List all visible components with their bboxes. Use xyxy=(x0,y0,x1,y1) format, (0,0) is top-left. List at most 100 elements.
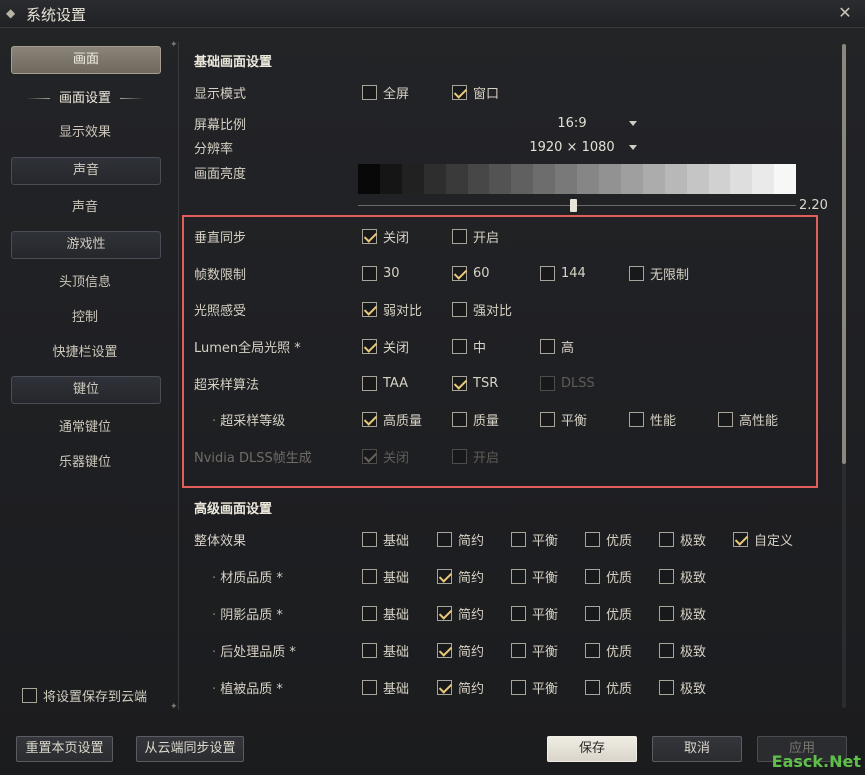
checkbox[interactable] xyxy=(511,605,526,621)
cancel-button[interactable]: 取消 xyxy=(652,736,742,762)
checkbox[interactable] xyxy=(362,265,377,281)
light-strong[interactable]: 强对比 xyxy=(452,301,512,319)
display-mode-window[interactable]: 窗口 xyxy=(452,84,499,102)
checkbox[interactable] xyxy=(629,411,644,427)
sidebar-item-display-effects[interactable]: 显示效果 xyxy=(0,122,170,144)
sidebar-item-overhead-info[interactable]: 头顶信息 xyxy=(0,272,170,294)
checkbox[interactable] xyxy=(511,531,526,547)
fps-30[interactable]: 30 xyxy=(362,265,400,281)
checkbox[interactable] xyxy=(362,642,377,658)
quality-row-2-basic[interactable]: 基础 xyxy=(362,642,409,660)
checkbox[interactable] xyxy=(437,679,452,695)
quality-row-0-balanced[interactable]: 平衡 xyxy=(511,568,558,586)
checkbox[interactable] xyxy=(362,338,377,354)
checkbox[interactable] xyxy=(362,605,377,621)
lumen-medium[interactable]: 中 xyxy=(452,338,486,356)
vsync-off[interactable]: 关闭 xyxy=(362,228,409,246)
fps-60[interactable]: 60 xyxy=(452,265,490,281)
quality-row-1-ultimate[interactable]: 极致 xyxy=(659,605,706,623)
overall-quality[interactable]: 优质 xyxy=(585,531,632,549)
sidebar-item-hotbar[interactable]: 快捷栏设置 xyxy=(0,342,170,364)
sidebar-item-sound[interactable]: 声音 xyxy=(0,197,170,219)
upscale-level-performance[interactable]: 性能 xyxy=(629,411,676,429)
resolution-dropdown[interactable]: 1920 × 1080 xyxy=(527,140,637,158)
quality-row-3-basic[interactable]: 基础 xyxy=(362,679,409,697)
upscale-level-quality[interactable]: 质量 xyxy=(452,411,499,429)
checkbox[interactable] xyxy=(452,84,467,100)
checkbox[interactable] xyxy=(629,265,644,281)
upscale-tsr[interactable]: TSR xyxy=(452,375,498,391)
upscale-level-balanced[interactable]: 平衡 xyxy=(540,411,587,429)
sidebar-item-graphics-settings[interactable]: 画面设置 xyxy=(0,88,170,110)
brightness-slider-thumb[interactable] xyxy=(569,199,577,212)
checkbox[interactable] xyxy=(362,568,377,584)
display-mode-fullscreen[interactable]: 全屏 xyxy=(362,84,409,102)
checkbox[interactable] xyxy=(540,265,555,281)
sidebar-item-control[interactable]: 控制 xyxy=(0,307,170,329)
cloud-save-checkbox[interactable] xyxy=(22,687,37,703)
upscale-level-ultra[interactable]: 高质量 xyxy=(362,411,422,429)
checkbox[interactable] xyxy=(659,531,674,547)
checkbox[interactable] xyxy=(437,568,452,584)
checkbox[interactable] xyxy=(585,642,600,658)
overall-custom[interactable]: 自定义 xyxy=(733,531,793,549)
fps-144[interactable]: 144 xyxy=(540,265,586,281)
upscale-taa[interactable]: TAA xyxy=(362,375,408,391)
cloud-save-toggle[interactable]: 将设置保存到云端 xyxy=(22,686,147,705)
checkbox[interactable] xyxy=(585,568,600,584)
checkbox[interactable] xyxy=(452,228,467,244)
overall-basic[interactable]: 基础 xyxy=(362,531,409,549)
quality-row-1-quality[interactable]: 优质 xyxy=(585,605,632,623)
checkbox[interactable] xyxy=(362,411,377,427)
checkbox[interactable] xyxy=(362,228,377,244)
checkbox[interactable] xyxy=(437,531,452,547)
checkbox[interactable] xyxy=(452,265,467,281)
quality-row-0-ultimate[interactable]: 极致 xyxy=(659,568,706,586)
quality-row-2-quality[interactable]: 优质 xyxy=(585,642,632,660)
checkbox[interactable] xyxy=(540,338,555,354)
checkbox[interactable] xyxy=(362,531,377,547)
quality-row-0-basic[interactable]: 基础 xyxy=(362,568,409,586)
checkbox[interactable] xyxy=(452,301,467,317)
quality-row-3-balanced[interactable]: 平衡 xyxy=(511,679,558,697)
category-keybind[interactable]: 键位 xyxy=(11,376,161,404)
checkbox[interactable] xyxy=(511,679,526,695)
sidebar-item-instrument-keys[interactable]: 乐器键位 xyxy=(0,452,170,474)
checkbox[interactable] xyxy=(362,375,377,391)
checkbox[interactable] xyxy=(362,679,377,695)
quality-row-2-simple[interactable]: 简约 xyxy=(437,642,484,660)
checkbox[interactable] xyxy=(585,679,600,695)
checkbox[interactable] xyxy=(659,568,674,584)
category-gameplay[interactable]: 游戏性 xyxy=(11,231,161,259)
brightness-slider-track[interactable] xyxy=(358,205,796,206)
checkbox[interactable] xyxy=(659,642,674,658)
quality-row-0-simple[interactable]: 简约 xyxy=(437,568,484,586)
checkbox[interactable] xyxy=(437,642,452,658)
checkbox[interactable] xyxy=(437,605,452,621)
fps-unlimited[interactable]: 无限制 xyxy=(629,265,689,283)
checkbox[interactable] xyxy=(540,411,555,427)
checkbox[interactable] xyxy=(362,84,377,100)
close-icon[interactable]: ✕ xyxy=(835,3,855,23)
upscale-level-high-performance[interactable]: 高性能 xyxy=(718,411,778,429)
checkbox[interactable] xyxy=(452,411,467,427)
sidebar-item-common-keys[interactable]: 通常键位 xyxy=(0,417,170,439)
scrollbar-thumb[interactable] xyxy=(842,44,846,464)
checkbox[interactable] xyxy=(733,531,748,547)
checkbox[interactable] xyxy=(659,605,674,621)
quality-row-0-quality[interactable]: 优质 xyxy=(585,568,632,586)
save-button[interactable]: 保存 xyxy=(547,736,637,762)
overall-balanced[interactable]: 平衡 xyxy=(511,531,558,549)
lumen-off[interactable]: 关闭 xyxy=(362,338,409,356)
quality-row-1-balanced[interactable]: 平衡 xyxy=(511,605,558,623)
checkbox[interactable] xyxy=(452,375,467,391)
light-weak[interactable]: 弱对比 xyxy=(362,301,422,319)
checkbox[interactable] xyxy=(718,411,733,427)
checkbox[interactable] xyxy=(511,642,526,658)
reset-page-button[interactable]: 重置本页设置 xyxy=(16,736,113,762)
overall-simple[interactable]: 简约 xyxy=(437,531,484,549)
overall-ultimate[interactable]: 极致 xyxy=(659,531,706,549)
quality-row-2-ultimate[interactable]: 极致 xyxy=(659,642,706,660)
aspect-ratio-dropdown[interactable]: 16:9 xyxy=(527,116,637,134)
category-graphics[interactable]: 画面 xyxy=(11,46,161,74)
